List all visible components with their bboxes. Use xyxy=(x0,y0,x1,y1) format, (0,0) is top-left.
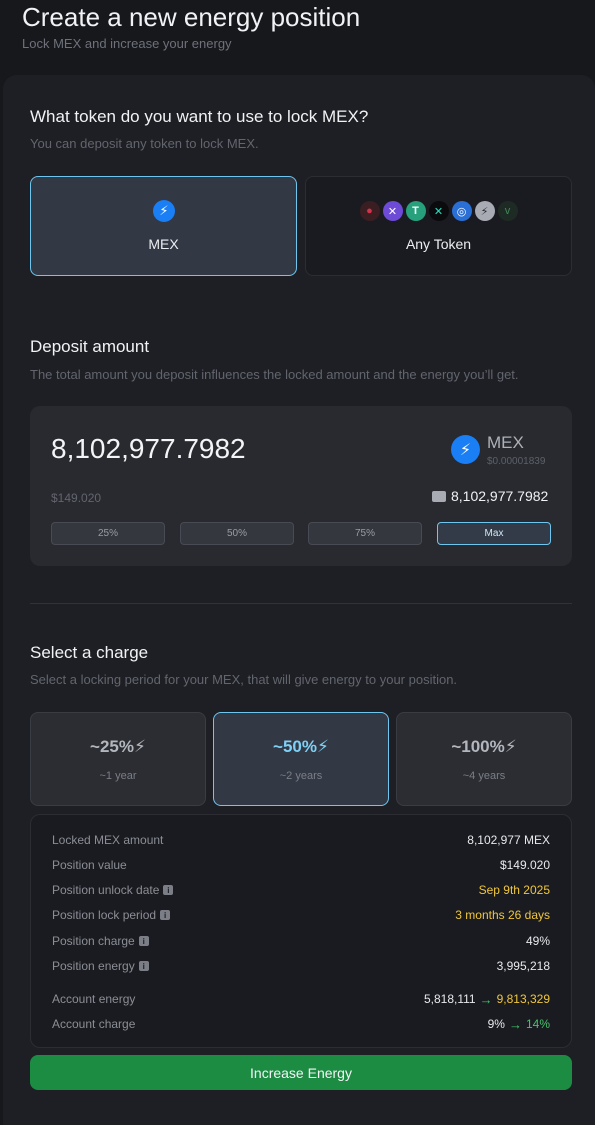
bolt-icon: ⚡ xyxy=(134,737,146,756)
summary-row-lock-period: Position lock period i 3 months 26 days xyxy=(52,908,550,922)
charge-percent: ~50% xyxy=(273,737,317,756)
page-subtitle: Lock MEX and increase your energy xyxy=(22,36,232,51)
charge-option-1-year[interactable]: ~25%⚡ ~1 year xyxy=(30,712,206,806)
charge-percent: ~100% xyxy=(451,737,505,756)
arrow-right-icon: → xyxy=(479,991,493,1007)
bolt-icon: ⚡ xyxy=(504,737,517,756)
section-divider xyxy=(30,603,572,604)
percent-50-button[interactable]: 50% xyxy=(180,522,294,545)
blue-ring-coin-icon: ◎ xyxy=(451,201,472,221)
info-icon[interactable]: i xyxy=(138,961,149,971)
summary-row-position-value: Position value $149.020 xyxy=(52,858,550,872)
summary-row-position-energy: Position energy i 3,995,218 xyxy=(52,959,550,973)
token-option-mex[interactable]: ⚡ MEX xyxy=(30,176,297,276)
percent-max-button[interactable]: Max xyxy=(437,522,551,545)
info-icon[interactable]: i xyxy=(163,885,174,895)
bolt-icon: ⚡ xyxy=(317,737,329,756)
charge-option-2-years[interactable]: ~50%⚡ ~2 years xyxy=(213,712,389,806)
token-option-label: MEX xyxy=(148,236,179,252)
position-summary xyxy=(30,814,572,1048)
token-icons-row: ● ✕ T ✕ ◎ ⚡ v xyxy=(306,201,571,221)
summary-row-locked-amount: Locked MEX amount 8,102,977 MEX xyxy=(52,833,550,847)
charge-percent: ~25% xyxy=(90,737,134,756)
token-option-label: Any Token xyxy=(405,236,472,252)
charge-duration: ~1 year xyxy=(99,770,137,782)
red-drop-coin-icon: ● xyxy=(359,201,380,221)
charge-duration: ~2 years xyxy=(279,770,323,782)
summary-row-unlock-date: Position unlock date i Sep 9th 2025 xyxy=(52,883,550,897)
charge-subtitle: Select a locking period for your MEX, th… xyxy=(30,672,458,687)
tether-coin-icon: T xyxy=(405,201,426,221)
wallet-balance-value: 8,102,977.7982 xyxy=(451,488,549,504)
info-icon[interactable]: i xyxy=(138,936,149,946)
charge-option-4-years[interactable]: ~100%⚡ ~4 years xyxy=(396,712,572,806)
mex-bolt-icon: ⚡ xyxy=(451,435,480,464)
deposit-subtitle: The total amount you deposit influences … xyxy=(30,367,519,382)
info-icon[interactable]: i xyxy=(160,910,171,920)
percent-75-button[interactable]: 75% xyxy=(308,522,422,545)
token-option-any-token[interactable]: ● ✕ T ✕ ◎ ⚡ v Any Token xyxy=(305,176,572,276)
token-question-subtitle: You can deposit any token to lock MEX. xyxy=(30,136,259,151)
charge-duration: ~4 years xyxy=(462,770,506,782)
percent-25-button[interactable]: 25% xyxy=(51,522,165,545)
purple-x-coin-icon: ✕ xyxy=(382,201,403,221)
wallet-icon xyxy=(432,490,446,502)
deposit-amount-input[interactable]: 8,102,977.7982 xyxy=(51,433,246,465)
summary-row-account-energy: Account energy 5,818,111 → 9,813,329 xyxy=(52,991,550,1007)
arrow-right-icon: → xyxy=(508,1016,522,1032)
deposit-token-price: $0.00001839 xyxy=(487,456,546,467)
deposit-title: Deposit amount xyxy=(30,337,150,356)
silver-bolt-coin-icon: ⚡ xyxy=(474,201,495,221)
deposit-usd-value: $149.020 xyxy=(51,491,102,505)
black-x-coin-icon: ✕ xyxy=(428,201,449,221)
increase-energy-button[interactable]: Increase Energy xyxy=(30,1055,572,1090)
mex-bolt-icon: ⚡ xyxy=(153,200,175,222)
wallet-balance[interactable]: 8,102,977.7982 xyxy=(432,488,548,504)
summary-row-account-charge: Account charge 9% → 14% xyxy=(52,1016,550,1032)
green-v-coin-icon: v xyxy=(497,201,518,221)
summary-row-position-charge: Position charge i 49% xyxy=(52,934,550,948)
page-title: Create a new energy position xyxy=(22,2,361,32)
charge-title: Select a charge xyxy=(30,643,149,662)
token-question-title: What token do you want to use to lock ME… xyxy=(30,107,369,126)
deposit-token-symbol: MEX xyxy=(487,433,524,452)
